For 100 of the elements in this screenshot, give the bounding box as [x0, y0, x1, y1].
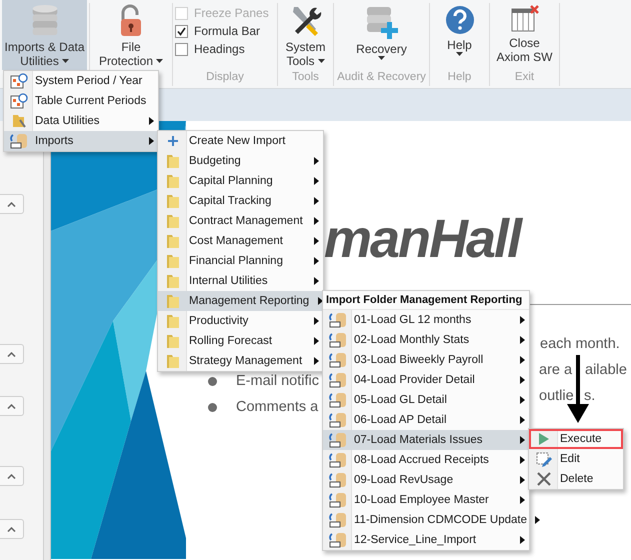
chevron-up-icon: [7, 474, 16, 478]
menu-item[interactable]: System Period / Year: [4, 71, 158, 91]
ribbon-button[interactable]: Recovery: [336, 0, 427, 71]
menu-item[interactable]: Management Reporting: [158, 291, 323, 311]
menu-item[interactable]: 04-Load Provider Detail: [323, 370, 529, 390]
import-icon: [328, 492, 346, 508]
menu-item[interactable]: 08-Load Accrued Receipts: [323, 450, 529, 470]
folder-icon: [166, 153, 180, 169]
menu-item[interactable]: Execute: [529, 429, 623, 449]
menu-item[interactable]: 11-Dimension CDMCODE Update: [323, 510, 529, 530]
menu-item[interactable]: Table Current Periods: [4, 91, 158, 111]
import-icon: [328, 512, 346, 528]
ribbon-button[interactable]: System Tools: [280, 0, 331, 71]
menu-item[interactable]: Contract Management: [158, 211, 323, 231]
group-label: Exit: [514, 71, 536, 85]
group-label: Display: [205, 71, 245, 85]
menu-item[interactable]: Edit: [529, 449, 623, 469]
menu-item[interactable]: Data Utilities: [4, 111, 158, 131]
menu-item[interactable]: Strategy Management: [158, 351, 323, 371]
collapse-button[interactable]: [0, 466, 24, 486]
import-icon: [328, 332, 346, 348]
slide-text: E-mail notific: [236, 372, 319, 390]
import-icon: [328, 372, 346, 388]
slide-text: Comments a: [236, 398, 318, 416]
folder-icon: [166, 213, 180, 229]
calendar-clock-icon: [10, 93, 28, 109]
table-close-icon: [510, 4, 540, 34]
menu-item[interactable]: 09-Load RevUsage: [323, 470, 529, 490]
play-icon: [538, 433, 548, 445]
menu-item[interactable]: Internal Utilities: [158, 271, 323, 291]
slide-text: each month.: [540, 335, 620, 353]
delete-icon: [536, 472, 550, 486]
group-label: Tools: [291, 71, 320, 85]
menu-item[interactable]: Rolling Forecast: [158, 331, 323, 351]
collapse-button[interactable]: [0, 519, 24, 539]
menu-item[interactable]: 03-Load Biweekly Payroll: [323, 350, 529, 370]
import-icon: [328, 312, 346, 328]
collapse-button[interactable]: [0, 194, 24, 214]
menu-item[interactable]: 12-Service_Line_Import: [323, 530, 529, 550]
import-icon: [328, 412, 346, 428]
folder-tools-icon: [10, 113, 26, 129]
folder-icon: [166, 273, 180, 289]
import-icon: [10, 133, 28, 149]
folder-icon: [166, 253, 180, 269]
check-icon: [177, 26, 186, 36]
database-add-icon: [364, 4, 398, 40]
chevron-up-icon: [7, 404, 16, 408]
folder-icon: [166, 193, 180, 209]
menu-item[interactable]: 10-Load Employee Master: [323, 490, 529, 510]
import-icon: [328, 352, 346, 368]
import-icon: [328, 432, 346, 448]
checkbox[interactable]: Headings: [175, 42, 275, 56]
edit-icon: [536, 451, 552, 467]
slide-text: ailable: [585, 361, 627, 379]
menu-header: Import Folder Management Reporting: [323, 291, 529, 310]
import-icon: [328, 472, 346, 488]
menu-item[interactable]: Delete: [529, 469, 623, 489]
collapse-button[interactable]: [0, 396, 24, 416]
menu-item[interactable]: Budgeting: [158, 151, 323, 171]
folder-icon: [166, 173, 180, 189]
calendar-clock-icon: [10, 73, 28, 89]
group-label: Audit & Recovery: [336, 71, 427, 85]
ribbon-button[interactable]: Imports & Data Utilities: [2, 0, 87, 70]
collapse-button[interactable]: [0, 344, 24, 364]
ribbon-button[interactable]: Help: [432, 0, 487, 71]
logo-text: manHall: [324, 209, 520, 269]
chevron-up-icon: [7, 352, 16, 356]
plus-icon: [168, 136, 178, 146]
menu-item[interactable]: Cost Management: [158, 231, 323, 251]
menu-item[interactable]: Financial Planning: [158, 251, 323, 271]
menu-item[interactable]: Create New Import: [158, 131, 323, 151]
folder-icon: [166, 233, 180, 249]
menu-item[interactable]: 05-Load GL Detail: [323, 390, 529, 410]
folder-icon: [166, 293, 180, 309]
ribbon-button[interactable]: File Protection: [92, 0, 170, 71]
menu-item[interactable]: 07-Load Materials Issues: [323, 430, 529, 450]
import-icon: [328, 532, 346, 548]
chevron-up-icon: [7, 202, 16, 206]
folder-icon: [166, 353, 180, 369]
menu-item[interactable]: 01-Load GL 12 months: [323, 310, 529, 330]
menu-item[interactable]: Productivity: [158, 311, 323, 331]
import-icon: [328, 392, 346, 408]
checkbox[interactable]: Formula Bar: [175, 24, 275, 38]
menu-item[interactable]: Capital Planning: [158, 171, 323, 191]
ribbon-button[interactable]: Close Axiom SW: [492, 0, 557, 71]
folder-icon: [166, 313, 180, 329]
bullet-icon: [208, 377, 217, 386]
menu-item[interactable]: Capital Tracking: [158, 191, 323, 211]
slide-text: are a: [539, 361, 572, 379]
slide-text: outlie: [539, 387, 574, 405]
import-icon: [328, 452, 346, 468]
group-label: Help: [446, 71, 472, 85]
folder-icon: [166, 333, 180, 349]
menu-item[interactable]: 06-Load AP Detail: [323, 410, 529, 430]
menu-item[interactable]: Imports: [4, 131, 158, 151]
help-icon: [444, 4, 474, 36]
menu-item[interactable]: 02-Load Monthly Stats: [323, 330, 529, 350]
chevron-up-icon: [7, 526, 16, 532]
slide-text: s.: [584, 387, 596, 405]
bullet-icon: [208, 403, 217, 412]
